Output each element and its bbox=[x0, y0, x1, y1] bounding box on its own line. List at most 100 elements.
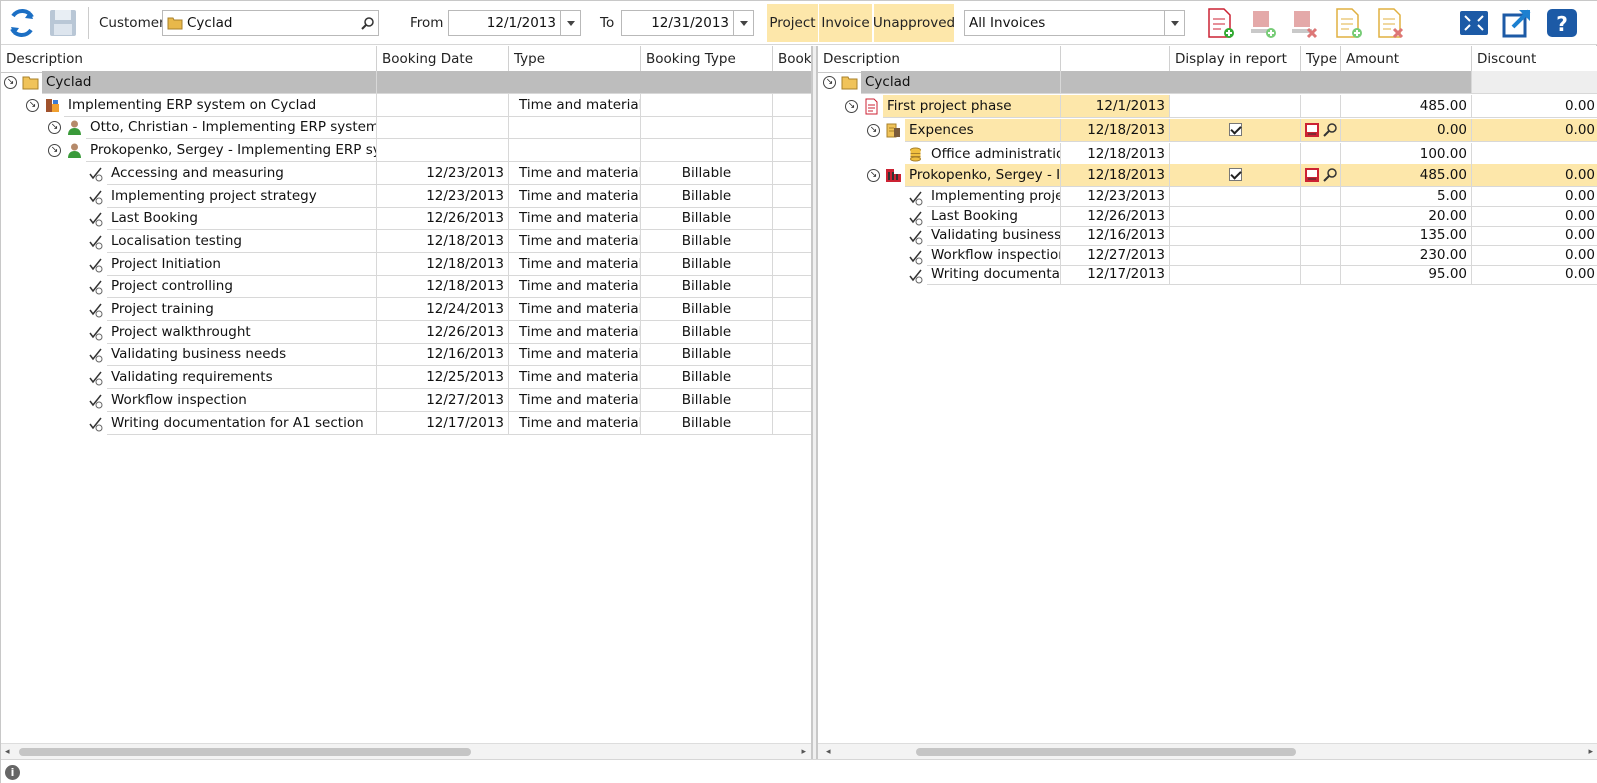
scrollbar-thumb[interactable] bbox=[916, 748, 1296, 756]
info-icon[interactable]: i bbox=[5, 765, 20, 780]
column-header-type[interactable]: Type bbox=[509, 46, 641, 73]
type-cell: Time and material bbox=[509, 320, 641, 344]
customer-label: Customer bbox=[99, 15, 165, 31]
table-row[interactable]: ↘ Implementing ERP system on Cyclad Time a… bbox=[1, 93, 811, 117]
table-row[interactable]: Last Booking 12/26/2013 20.00 0.00 bbox=[818, 207, 1597, 227]
column-header-discount[interactable]: Discount bbox=[1472, 46, 1597, 73]
table-row[interactable]: ↘ Prokopenko, Sergey - Im 12/18/2013 485.00… bbox=[818, 164, 1597, 187]
scroll-left-icon[interactable]: ◂ bbox=[5, 747, 10, 757]
chevron-down-icon[interactable] bbox=[733, 11, 753, 35]
table-row[interactable]: ↘ Otto, Christian - Implementing ERP syst… bbox=[1, 116, 811, 140]
display-in-report-checkbox[interactable] bbox=[1228, 168, 1242, 181]
table-row[interactable]: ↘ Prokopenko, Sergey - Implementing ERP s… bbox=[1, 139, 811, 163]
display-in-report-cell[interactable] bbox=[1170, 207, 1301, 227]
column-header-display-in-report[interactable]: Display in report bbox=[1170, 46, 1301, 73]
column-header-booking-type[interactable]: Booking Type bbox=[641, 46, 773, 73]
delete-approval-icon[interactable] bbox=[1286, 6, 1320, 40]
column-header-description[interactable]: Description bbox=[1, 46, 377, 73]
add-invoice-line-icon[interactable] bbox=[1331, 6, 1365, 40]
table-row[interactable]: Localisation testing 12/18/2013 Time and m… bbox=[1, 229, 811, 253]
display-in-report-cell[interactable] bbox=[1170, 226, 1301, 246]
table-row[interactable]: Validating business n 12/16/2013 135.00 0.0… bbox=[818, 226, 1597, 246]
column-header-type[interactable]: Type bbox=[1301, 46, 1341, 73]
delete-invoice-line-icon[interactable] bbox=[1373, 6, 1407, 40]
table-row[interactable]: Project Initiation 12/18/2013 Time and mat… bbox=[1, 252, 811, 276]
table-row[interactable]: Implementing projec 12/23/2013 5.00 0.00 bbox=[818, 187, 1597, 207]
table-row[interactable]: Workflow inspection 12/27/2013 230.00 0.00 bbox=[818, 246, 1597, 266]
table-row[interactable]: Writing documentation for A1 section 12/1… bbox=[1, 411, 811, 435]
column-header-booking[interactable]: Booki bbox=[773, 46, 811, 73]
tab-invoice[interactable]: Invoice bbox=[819, 4, 872, 42]
display-in-report-cell[interactable] bbox=[1170, 265, 1301, 285]
table-row[interactable]: Project training 12/24/2013 Time and mater… bbox=[1, 298, 811, 321]
table-row[interactable]: Last Booking 12/26/2013 Time and material B… bbox=[1, 207, 811, 231]
discount-cell: 0.00 bbox=[1472, 265, 1597, 285]
type-cell bbox=[1301, 226, 1341, 246]
table-row[interactable]: Validating business needs 12/16/2013 Time … bbox=[1, 343, 811, 367]
discount-cell bbox=[1472, 71, 1597, 94]
customer-field[interactable]: Cyclad bbox=[162, 10, 379, 36]
collapse-icon[interactable]: ↘ bbox=[867, 168, 880, 182]
scroll-right-icon[interactable]: ▸ bbox=[1588, 747, 1593, 757]
scrollbar-thumb[interactable] bbox=[19, 748, 471, 756]
table-row[interactable]: Writing documentatic12/17/2013 95.000.00 bbox=[818, 265, 1597, 285]
table-row[interactable]: Accessing and measuring 12/23/2013 Time an… bbox=[1, 161, 811, 185]
table-row[interactable]: Project walkthrought 12/26/2013 Time and m… bbox=[1, 320, 811, 344]
table-row[interactable]: ↘ Cyclad bbox=[818, 71, 1597, 94]
column-header-amount[interactable]: Amount bbox=[1341, 46, 1472, 73]
collapse-icon[interactable]: ↘ bbox=[48, 144, 61, 158]
table-row[interactable]: ↘ First project phase 12/1/2013 485.00 0.00 bbox=[818, 95, 1597, 118]
table-row[interactable]: ↘ Expences 12/18/2013 0.00 0.00 bbox=[818, 119, 1597, 142]
from-date-picker[interactable]: 12/1/2013 bbox=[448, 10, 581, 36]
display-in-report-checkbox[interactable] bbox=[1228, 123, 1242, 136]
type-cell: Time and material bbox=[509, 411, 641, 435]
collapse-icon[interactable]: ↘ bbox=[867, 123, 880, 137]
collapse-icon[interactable]: ↘ bbox=[48, 121, 61, 135]
column-header-booking-date[interactable]: Booking Date bbox=[377, 46, 509, 73]
refresh-icon[interactable] bbox=[5, 6, 39, 40]
search-icon[interactable] bbox=[358, 16, 378, 30]
collapse-icon[interactable]: ↘ bbox=[845, 99, 858, 113]
table-row[interactable]: Validating requirements 12/25/2013 Time an… bbox=[1, 366, 811, 390]
display-in-report-cell[interactable] bbox=[1170, 187, 1301, 207]
tab-project[interactable]: Project bbox=[767, 4, 818, 42]
column-header-date[interactable] bbox=[1061, 46, 1170, 73]
tab-unapproved[interactable]: Unapproved bbox=[873, 4, 955, 42]
fullscreen-icon[interactable] bbox=[1457, 6, 1491, 40]
task-icon bbox=[87, 324, 104, 341]
help-icon[interactable]: ? bbox=[1545, 6, 1579, 40]
table-row[interactable]: Office administration 12/18/2013 100.00 bbox=[818, 143, 1597, 166]
invoice-filter-select[interactable]: All Invoices bbox=[964, 10, 1185, 36]
search-icon[interactable] bbox=[1323, 167, 1339, 183]
chevron-down-icon[interactable] bbox=[1164, 11, 1184, 35]
save-icon[interactable] bbox=[46, 6, 80, 40]
table-row[interactable]: Project controlling 12/18/2013 Time and ma… bbox=[1, 275, 811, 299]
booking-date-cell: 12/18/2013 bbox=[377, 252, 509, 276]
add-invoice-icon[interactable] bbox=[1203, 6, 1237, 40]
table-row[interactable]: ↘ Cyclad bbox=[1, 71, 811, 94]
collapse-icon[interactable]: ↘ bbox=[823, 75, 836, 89]
display-in-report-cell[interactable] bbox=[1170, 119, 1301, 142]
collapse-icon[interactable]: ↘ bbox=[26, 98, 39, 112]
type-cell bbox=[509, 116, 641, 140]
open-external-icon[interactable] bbox=[1500, 6, 1534, 40]
scroll-right-icon[interactable]: ▸ bbox=[801, 747, 806, 757]
scroll-left-icon[interactable]: ◂ bbox=[826, 747, 831, 757]
column-header-description[interactable]: Description bbox=[818, 46, 1061, 73]
description-cell: Writing documentation for A1 section bbox=[107, 411, 377, 435]
search-icon[interactable] bbox=[1323, 122, 1339, 138]
display-in-report-cell[interactable] bbox=[1170, 164, 1301, 187]
display-in-report-cell[interactable] bbox=[1170, 95, 1301, 118]
display-in-report-cell[interactable] bbox=[1170, 143, 1301, 166]
table-row[interactable]: Workflow inspection 12/27/2013 Time and ma… bbox=[1, 388, 811, 412]
horizontal-scrollbar[interactable]: ◂ ▸ bbox=[818, 743, 1597, 759]
description-cell: Cyclad bbox=[42, 71, 377, 94]
display-in-report-cell[interactable] bbox=[1170, 246, 1301, 266]
horizontal-scrollbar[interactable]: ◂ ▸ bbox=[1, 743, 811, 759]
to-date-picker[interactable]: 12/31/2013 bbox=[621, 10, 754, 36]
table-row[interactable]: Implementing project strategy 12/23/2013 T… bbox=[1, 184, 811, 208]
chevron-down-icon[interactable] bbox=[560, 11, 580, 35]
collapse-icon[interactable]: ↘ bbox=[4, 76, 17, 89]
description-cell: Validating requirements bbox=[107, 366, 377, 390]
add-approval-icon[interactable] bbox=[1245, 6, 1279, 40]
